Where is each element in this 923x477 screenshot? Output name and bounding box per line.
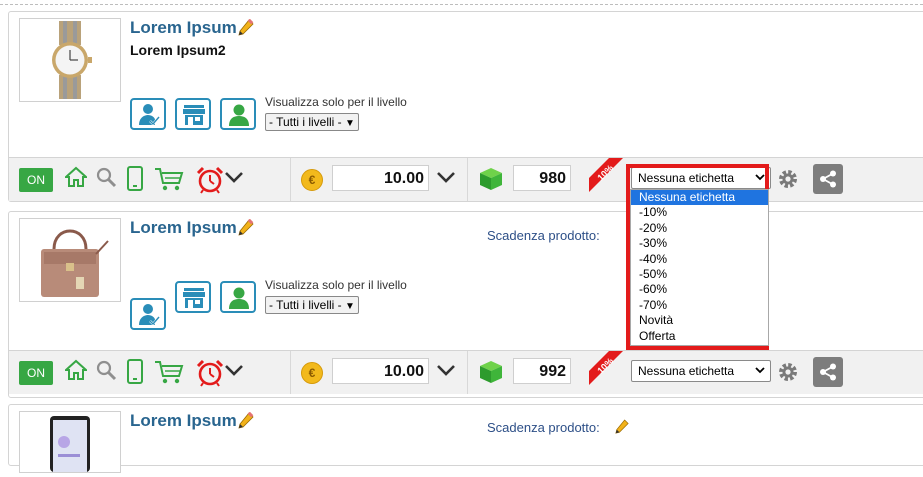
level-user-button[interactable] xyxy=(220,281,256,313)
level-select[interactable]: - Tutti i livelli - ▼ xyxy=(265,113,359,131)
discount-ribbon: 10% xyxy=(589,351,625,394)
share-button[interactable] xyxy=(813,164,843,194)
on-toggle-button[interactable]: ON xyxy=(19,168,53,192)
search-icon[interactable] xyxy=(95,359,117,386)
cart-icon[interactable] xyxy=(154,166,184,197)
cube-icon xyxy=(479,360,503,389)
chevron-down-icon[interactable] xyxy=(224,363,244,382)
expiry-label: Scadenza prodotto: xyxy=(487,228,600,243)
dropdown-option[interactable]: -20% xyxy=(631,221,768,236)
share-icon xyxy=(820,170,836,188)
cart-icon[interactable] xyxy=(154,359,184,390)
user-icon xyxy=(229,104,249,126)
product-card: Lorem Ipsum Lorem Ipsum2 Visualizza solo… xyxy=(8,11,923,202)
product-thumbnail[interactable] xyxy=(19,218,121,302)
store-icon xyxy=(183,105,205,125)
dropdown-option[interactable]: -30% xyxy=(631,236,768,251)
level-store-button[interactable] xyxy=(175,98,211,130)
price-input[interactable]: 10.00 xyxy=(332,358,429,384)
pencil-icon[interactable] xyxy=(238,18,254,42)
level-user-button[interactable] xyxy=(220,98,256,130)
dropdown-option[interactable]: -70% xyxy=(631,298,768,313)
chevron-down-icon xyxy=(755,363,765,383)
alarm-clock-icon[interactable] xyxy=(196,359,224,392)
tag-select[interactable]: Nessuna etichetta xyxy=(631,360,771,382)
gear-icon[interactable] xyxy=(777,361,799,388)
handbag-image xyxy=(41,229,109,297)
share-button[interactable] xyxy=(813,357,843,387)
pencil-icon[interactable] xyxy=(238,218,254,242)
user-icon xyxy=(229,287,249,309)
tag-dropdown-list[interactable]: Nessuna etichetta -10% -20% -30% -40% -5… xyxy=(630,189,769,346)
dropdown-option[interactable]: Nessuna etichetta xyxy=(631,190,768,206)
chevron-down-icon[interactable] xyxy=(224,170,244,189)
coin-icon: € xyxy=(301,169,323,191)
pencil-icon[interactable] xyxy=(238,411,254,435)
expiry-label: Scadenza prodotto: xyxy=(487,420,600,435)
level-customer-button[interactable] xyxy=(130,98,166,130)
store-icon xyxy=(183,288,205,308)
top-divider xyxy=(0,0,923,5)
visibility-label: Visualizza solo per il livello xyxy=(265,95,407,109)
level-select-value: - Tutti i livelli - xyxy=(269,115,342,129)
watch-image xyxy=(52,21,92,99)
level-customer-button[interactable] xyxy=(130,298,166,330)
discount-ribbon: 10% xyxy=(589,158,625,201)
price-input[interactable]: 10.00 xyxy=(332,165,429,191)
chevron-down-icon: ▼ xyxy=(345,118,355,129)
chevron-down-icon[interactable] xyxy=(436,363,456,382)
toolbar-divider xyxy=(290,351,291,394)
mobile-icon[interactable] xyxy=(126,166,144,197)
home-icon[interactable] xyxy=(63,166,89,193)
coin-icon: € xyxy=(301,362,323,384)
product-toolbar: ON € 10.00 980 10% Nessuna etichetta xyxy=(9,157,923,201)
level-select-value: - Tutti i livelli - xyxy=(269,298,342,312)
product-title[interactable]: Lorem Ipsum xyxy=(130,18,237,38)
product-subtitle: Lorem Ipsum2 xyxy=(130,42,226,58)
on-toggle-button[interactable]: ON xyxy=(19,361,53,385)
toolbar-divider xyxy=(467,158,468,201)
dropdown-option[interactable]: Novità xyxy=(631,313,768,328)
chevron-down-icon[interactable] xyxy=(436,170,456,189)
tag-select-value: Nessuna etichetta xyxy=(638,364,735,378)
phone-image xyxy=(50,416,90,472)
gear-icon[interactable] xyxy=(777,168,799,195)
product-thumbnail[interactable] xyxy=(19,411,121,473)
toolbar-divider xyxy=(467,351,468,394)
dropdown-option[interactable]: -10% xyxy=(631,205,768,220)
dropdown-option[interactable]: Offerta xyxy=(631,329,768,344)
product-card: Lorem Ipsum Scadenza prodotto: Visualizz… xyxy=(8,211,923,398)
chevron-down-icon: ▼ xyxy=(345,301,355,312)
search-icon[interactable] xyxy=(95,166,117,193)
product-thumbnail[interactable] xyxy=(19,18,121,102)
cube-icon xyxy=(479,167,503,196)
alarm-clock-icon[interactable] xyxy=(196,166,224,199)
quantity-input[interactable]: 980 xyxy=(513,165,571,191)
pencil-icon[interactable] xyxy=(615,419,629,440)
mobile-icon[interactable] xyxy=(126,359,144,390)
dropdown-option[interactable]: -60% xyxy=(631,282,768,297)
dropdown-option[interactable]: -40% xyxy=(631,252,768,267)
level-select[interactable]: - Tutti i livelli - ▼ xyxy=(265,296,359,314)
dropdown-option[interactable]: -50% xyxy=(631,267,768,282)
share-icon xyxy=(820,363,836,381)
product-title[interactable]: Lorem Ipsum xyxy=(130,411,237,431)
product-card: Lorem Ipsum Scadenza prodotto: xyxy=(8,404,923,473)
level-store-button[interactable] xyxy=(175,281,211,313)
home-icon[interactable] xyxy=(63,359,89,386)
quantity-input[interactable]: 992 xyxy=(513,358,571,384)
visibility-label: Visualizza solo per il livello xyxy=(265,278,407,292)
product-toolbar: ON € 10.00 992 10% Nessuna etichetta xyxy=(9,350,923,394)
user-check-icon xyxy=(139,304,160,326)
user-check-icon xyxy=(139,104,160,126)
product-title[interactable]: Lorem Ipsum xyxy=(130,218,237,238)
toolbar-divider xyxy=(290,158,291,201)
